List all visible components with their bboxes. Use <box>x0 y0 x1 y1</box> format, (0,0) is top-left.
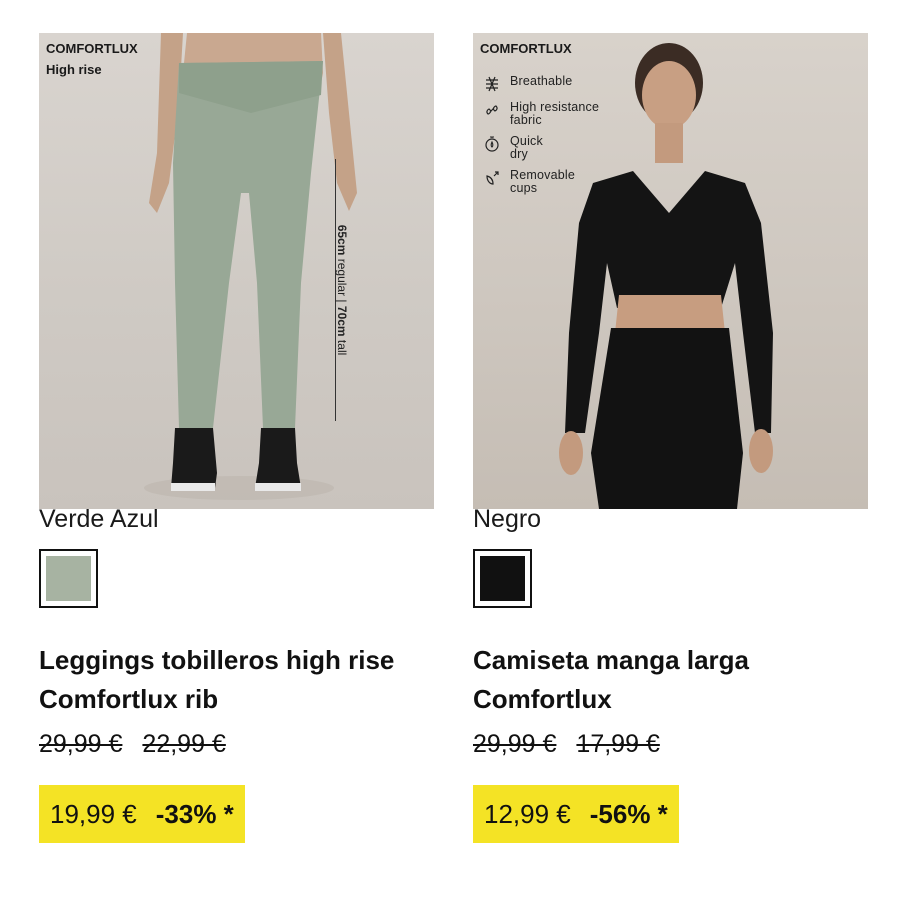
feature-removable-cups: Removable cups <box>483 169 643 195</box>
sale-price: 12,99 € <box>484 798 571 829</box>
measure-tall-text: tall <box>335 336 349 356</box>
feature-text: Quick dry <box>510 134 543 161</box>
measure-regular-value: 65cm <box>335 224 349 256</box>
feature-text: Breathable <box>510 74 573 88</box>
promo-price-camiseta: 12,99 € -56% * <box>473 785 679 843</box>
previous-price: 17,99 € <box>576 730 660 758</box>
badge-comfortlux: COMFORTLUX <box>480 41 572 56</box>
measure-regular-text: regular | <box>335 255 349 306</box>
discount-badge: -33% * <box>155 798 234 829</box>
old-prices-leggings: 29,99 € 22,99 € <box>39 730 226 759</box>
promo-price-leggings: 19,99 € -33% * <box>39 785 245 843</box>
breathable-icon <box>483 75 501 93</box>
color-name-verde-azul: Verde Azul <box>39 505 159 533</box>
color-swatch-verde-azul[interactable] <box>39 549 98 608</box>
product-image-leggings[interactable]: COMFORTLUX High rise 65cm regular | 70cm… <box>39 33 434 509</box>
title-line-1: Camiseta manga larga <box>473 645 750 675</box>
product-card-leggings[interactable]: COMFORTLUX High rise 65cm regular | 70cm… <box>39 33 434 509</box>
measure-tall-value: 70cm <box>335 305 349 337</box>
removable-cups-icon <box>483 169 501 187</box>
product-title-camiseta[interactable]: Camiseta manga larga Comfortlux <box>473 641 893 719</box>
resistance-icon <box>483 101 501 119</box>
sale-price: 19,99 € <box>50 798 137 829</box>
previous-price: 22,99 € <box>142 730 226 758</box>
product-title-leggings[interactable]: Leggings tobilleros high rise Comfortlux… <box>39 641 439 719</box>
feature-text: Removable cups <box>510 168 576 195</box>
original-price: 29,99 € <box>473 730 557 758</box>
title-line-1: Leggings tobilleros high rise <box>39 645 395 675</box>
title-line-2: Comfortlux <box>473 684 612 714</box>
feature-breathable: Breathable <box>483 75 643 93</box>
product-image-camiseta[interactable]: COMFORTLUX Breathable High resistance fa… <box>473 33 868 509</box>
discount-badge: -56% * <box>589 798 668 829</box>
old-prices-camiseta: 29,99 € 17,99 € <box>473 730 660 759</box>
title-line-2: Comfortlux rib <box>39 684 219 714</box>
feature-quick-dry: Quick dry <box>483 135 643 161</box>
color-name-negro: Negro <box>473 505 542 533</box>
feature-resistance: High resistance fabric <box>483 101 643 127</box>
feature-text: High resistance fabric <box>510 100 600 127</box>
color-swatch-negro[interactable] <box>473 549 532 608</box>
badge-high-rise: High rise <box>46 62 102 77</box>
original-price: 29,99 € <box>39 730 123 758</box>
product-card-camiseta[interactable]: COMFORTLUX Breathable High resistance fa… <box>473 33 868 509</box>
leggings-model-figure <box>144 33 357 500</box>
badge-comfortlux: COMFORTLUX <box>46 41 138 56</box>
swatch-fill <box>46 556 91 601</box>
swatch-fill <box>480 556 525 601</box>
feature-list: Breathable High resistance fabric Quick … <box>483 75 643 203</box>
quick-dry-icon <box>483 135 501 153</box>
